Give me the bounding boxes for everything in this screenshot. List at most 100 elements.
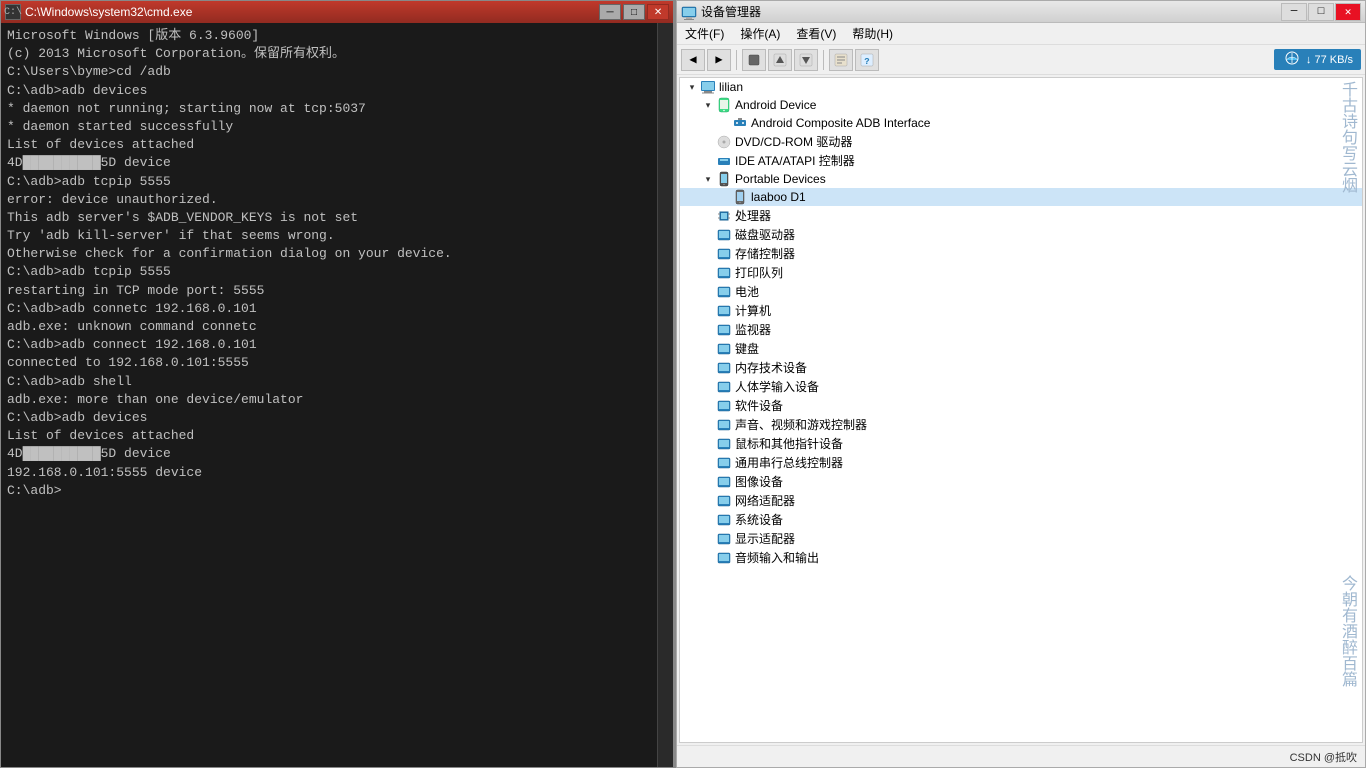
tree-item[interactable]: 打印队列 (680, 263, 1362, 282)
devmgr-maximize-button[interactable]: □ (1308, 3, 1334, 21)
tree-node-icon (716, 246, 732, 262)
tree-node-icon (716, 512, 732, 528)
cmd-window: C:\ C:\Windows\system32\cmd.exe ─ □ ✕ Mi… (0, 0, 674, 768)
tree-node-icon (716, 550, 732, 566)
back-button[interactable]: ◀ (681, 49, 705, 71)
tree-node-icon (716, 531, 732, 547)
tree-item[interactable]: 软件设备 (680, 396, 1362, 415)
tree-node-label: 通用串行总线控制器 (735, 454, 843, 471)
tree-item[interactable]: 处理器 (680, 206, 1362, 225)
tree-item[interactable]: 显示适配器 (680, 529, 1362, 548)
tree-item[interactable]: 音频输入和输出 (680, 548, 1362, 567)
tree-node-icon (716, 171, 732, 187)
tree-item[interactable]: 存储控制器 (680, 244, 1362, 263)
up-button[interactable] (768, 49, 792, 71)
tree-node-label: lilian (719, 80, 743, 94)
devmgr-close-button[interactable]: ✕ (1335, 3, 1361, 21)
tree-arrow-icon[interactable] (700, 360, 716, 376)
tree-node-icon (716, 436, 732, 452)
cmd-close-button[interactable]: ✕ (647, 4, 669, 20)
cmd-body[interactable]: Microsoft Windows [版本 6.3.9600](c) 2013 … (1, 23, 657, 767)
devmgr-titlebar-left: 设备管理器 (681, 3, 761, 20)
tree-node-label: 内存技术设备 (735, 359, 807, 376)
tree-arrow-icon[interactable] (700, 493, 716, 509)
tree-arrow-icon[interactable] (716, 115, 732, 131)
tree-arrow-icon[interactable] (700, 134, 716, 150)
devmgr-titlebar: 设备管理器 ─ □ ✕ (677, 1, 1365, 23)
tree-item[interactable]: IDE ATA/ATAPI 控制器 (680, 151, 1362, 170)
tree-node-icon (716, 493, 732, 509)
tree-node-label: 声音、视频和游戏控制器 (735, 416, 867, 433)
tree-item[interactable]: 键盘 (680, 339, 1362, 358)
tree-node-label: 磁盘驱动器 (735, 226, 795, 243)
net-speed-value: ↓ 77 KB/s (1306, 54, 1353, 66)
tree-arrow-icon[interactable] (700, 303, 716, 319)
tree-arrow-icon[interactable] (700, 436, 716, 452)
tree-item[interactable]: 鼠标和其他指针设备 (680, 434, 1362, 453)
svg-text:?: ? (864, 57, 869, 67)
tree-item[interactable]: ▾Android Device (680, 96, 1362, 114)
tree-item[interactable]: 系统设备 (680, 510, 1362, 529)
tree-node-label: 网络适配器 (735, 492, 795, 509)
tree-item[interactable]: 通用串行总线控制器 (680, 453, 1362, 472)
tree-node-icon (716, 284, 732, 300)
device-tree[interactable]: ▾lilian▾Android DeviceAndroid Composite … (679, 77, 1363, 743)
tree-item[interactable]: ▾ lilian (680, 78, 1362, 96)
tree-item[interactable]: 网络适配器 (680, 491, 1362, 510)
tree-item[interactable]: 电池 (680, 282, 1362, 301)
tree-item[interactable]: 监视器 (680, 320, 1362, 339)
tree-arrow-icon[interactable] (700, 398, 716, 414)
tree-arrow-icon[interactable] (700, 417, 716, 433)
tree-arrow-icon[interactable] (700, 455, 716, 471)
tree-arrow-icon[interactable] (700, 512, 716, 528)
tree-item[interactable]: ▾Portable Devices (680, 170, 1362, 188)
menu-item-2[interactable]: 查看(V) (788, 23, 844, 44)
tree-node-icon (716, 134, 732, 150)
tree-item[interactable]: 磁盘驱动器 (680, 225, 1362, 244)
tree-node-label: DVD/CD-ROM 驱动器 (735, 133, 852, 150)
tree-item[interactable]: 图像设备 (680, 472, 1362, 491)
tree-item[interactable]: DVD/CD-ROM 驱动器 (680, 132, 1362, 151)
tree-arrow-icon[interactable] (700, 379, 716, 395)
tree-arrow-icon[interactable] (700, 550, 716, 566)
menu-item-1[interactable]: 操作(A) (732, 23, 788, 44)
down-button[interactable] (794, 49, 818, 71)
tree-arrow-icon[interactable]: ▾ (684, 79, 700, 95)
tree-arrow-icon[interactable] (716, 189, 732, 205)
status-bar: CSDN @抵吹 (677, 745, 1365, 767)
tree-arrow-icon[interactable] (700, 265, 716, 281)
tree-arrow-icon[interactable] (700, 531, 716, 547)
cmd-minimize-button[interactable]: ─ (599, 4, 621, 20)
cmd-icon: C:\ (5, 4, 21, 20)
tree-item[interactable]: 计算机 (680, 301, 1362, 320)
tree-node-icon (716, 360, 732, 376)
toolbar-sep1 (736, 50, 737, 70)
tree-item[interactable]: 内存技术设备 (680, 358, 1362, 377)
stop-button[interactable] (742, 49, 766, 71)
tree-arrow-icon[interactable] (700, 284, 716, 300)
help-button[interactable]: ? (855, 49, 879, 71)
cmd-scrollbar[interactable] (657, 23, 673, 767)
toolbar: ◀ ▶ (677, 45, 1365, 75)
tree-arrow-icon[interactable] (700, 474, 716, 490)
tree-item[interactable]: laaboo D1 (680, 188, 1362, 206)
cmd-controls: ─ □ ✕ (599, 4, 669, 20)
menu-item-3[interactable]: 帮助(H) (844, 23, 901, 44)
tree-arrow-icon[interactable] (700, 227, 716, 243)
tree-arrow-icon[interactable] (700, 341, 716, 357)
tree-arrow-icon[interactable] (700, 153, 716, 169)
tree-arrow-icon[interactable]: ▾ (700, 97, 716, 113)
tree-item[interactable]: Android Composite ADB Interface (680, 114, 1362, 132)
properties-button[interactable] (829, 49, 853, 71)
devmgr-minimize-button[interactable]: ─ (1281, 3, 1307, 21)
tree-item[interactable]: 人体学输入设备 (680, 377, 1362, 396)
tree-node-label: 人体学输入设备 (735, 378, 819, 395)
tree-item[interactable]: 声音、视频和游戏控制器 (680, 415, 1362, 434)
forward-button[interactable]: ▶ (707, 49, 731, 71)
menu-item-0[interactable]: 文件(F) (677, 23, 732, 44)
tree-arrow-icon[interactable] (700, 208, 716, 224)
tree-arrow-icon[interactable]: ▾ (700, 171, 716, 187)
tree-arrow-icon[interactable] (700, 322, 716, 338)
tree-arrow-icon[interactable] (700, 246, 716, 262)
cmd-maximize-button[interactable]: □ (623, 4, 645, 20)
